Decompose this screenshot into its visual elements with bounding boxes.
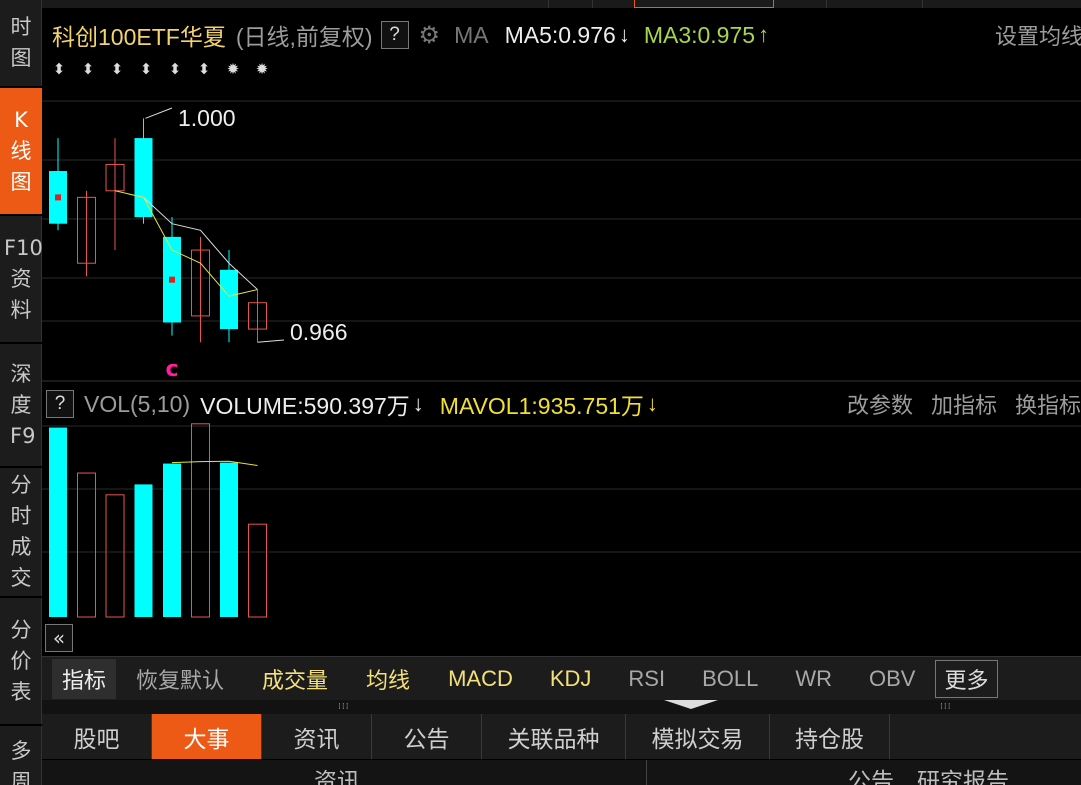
event-flag: [55, 194, 61, 201]
volume-value: VOLUME:590.397万: [200, 393, 410, 419]
arrow-down-icon: ↓: [412, 391, 424, 416]
indicator-bar: 指标 恢复默认 成交量 均线 MACD KDJ RSI BOLL WR OBV …: [42, 656, 1081, 700]
volume-bar: [105, 494, 125, 618]
tab-announcements[interactable]: 公告: [372, 714, 482, 759]
panel-splitter[interactable]: ⁞⁞⁞ ⁞⁞⁞: [42, 700, 1081, 714]
kline-chart[interactable]: 1.000 0.966 c: [0, 0, 1081, 656]
tab-holdings[interactable]: 持仓股: [770, 714, 890, 759]
expand-triangle-icon[interactable]: [664, 700, 718, 709]
tab-guba[interactable]: 股吧: [42, 714, 152, 759]
volume-bar: [49, 427, 67, 617]
tab-wr[interactable]: WR: [795, 666, 832, 692]
tab-ma[interactable]: 均线: [366, 663, 410, 695]
announcement-header: 公告 研究报告: [848, 768, 1009, 785]
nav-label: 多周: [10, 739, 32, 785]
tab-events[interactable]: 大事: [152, 714, 262, 759]
tab-news[interactable]: 资讯: [262, 714, 372, 759]
high-pointer: [145, 107, 173, 119]
high-label: 1.000: [178, 105, 236, 131]
indicator-label: 指标: [52, 658, 117, 699]
tab-related[interactable]: 关联品种: [482, 714, 626, 759]
grip-handle[interactable]: ⁞⁞⁞: [338, 702, 350, 712]
volume-header: ? VOL(5,10) VOLUME:590.397万 ↓ MAVOL1:935…: [42, 386, 1081, 422]
tab-label: 大事: [183, 725, 230, 752]
tab-label: 公告: [403, 725, 450, 752]
reset-default-button[interactable]: 恢复默认: [136, 663, 224, 695]
tab-simulated-trading[interactable]: 模拟交易: [626, 714, 770, 759]
volume-bar: [248, 523, 267, 618]
tab-obv[interactable]: OBV: [869, 666, 915, 692]
mavol-value: MAVOL1:935.751万: [439, 393, 644, 419]
tab-label: 资讯: [293, 725, 340, 752]
tab-label: 模拟交易: [651, 725, 744, 752]
volume-help-button[interactable]: ?: [46, 390, 74, 418]
more-indicators-button[interactable]: 更多: [935, 659, 998, 698]
switch-indicator-button[interactable]: 换指标: [1015, 388, 1081, 420]
tab-boll[interactable]: BOLL: [702, 666, 758, 692]
nav-item-multi-period[interactable]: 多周: [0, 726, 42, 785]
news-header: 资讯: [314, 768, 360, 785]
collapse-icon[interactable]: «: [45, 624, 73, 652]
bottom-content-headers: 资讯 公告 研究报告: [42, 760, 1081, 785]
tab-rsi[interactable]: RSI: [628, 666, 665, 692]
candle-body: [220, 269, 238, 330]
divider: [646, 760, 647, 785]
tab-label: 关联品种: [507, 725, 600, 752]
arrow-down-icon: ↓: [646, 391, 658, 416]
volume-bar: [134, 484, 153, 617]
edit-params-button[interactable]: 改参数: [847, 388, 913, 420]
grip-handle[interactable]: ⁞⁞⁞: [940, 702, 952, 712]
volume-indicator-label: VOL(5,10): [84, 390, 191, 417]
low-pointer: [257, 339, 285, 343]
candle-body: [134, 138, 153, 218]
tab-label: 股吧: [73, 725, 120, 752]
tab-label: 持仓股: [795, 725, 864, 752]
event-flag: [169, 276, 175, 283]
volume-bar: [220, 462, 238, 617]
tab-kdj[interactable]: KDJ: [550, 666, 592, 692]
tab-macd[interactable]: MACD: [448, 666, 513, 692]
tab-volume[interactable]: 成交量: [262, 663, 328, 695]
volume-bar: [163, 463, 181, 617]
info-tabs: 股吧 大事 资讯 公告 关联品种 模拟交易 持仓股: [42, 714, 1081, 759]
volume-bar: [77, 472, 96, 618]
event-marker: c: [165, 357, 178, 382]
indicator-actions: 改参数 加指标 换指标: [847, 388, 1081, 420]
add-indicator-button[interactable]: 加指标: [931, 388, 997, 420]
volume-bar: [191, 423, 210, 618]
low-label: 0.966: [290, 319, 348, 345]
mavol-line: [171, 460, 258, 466]
